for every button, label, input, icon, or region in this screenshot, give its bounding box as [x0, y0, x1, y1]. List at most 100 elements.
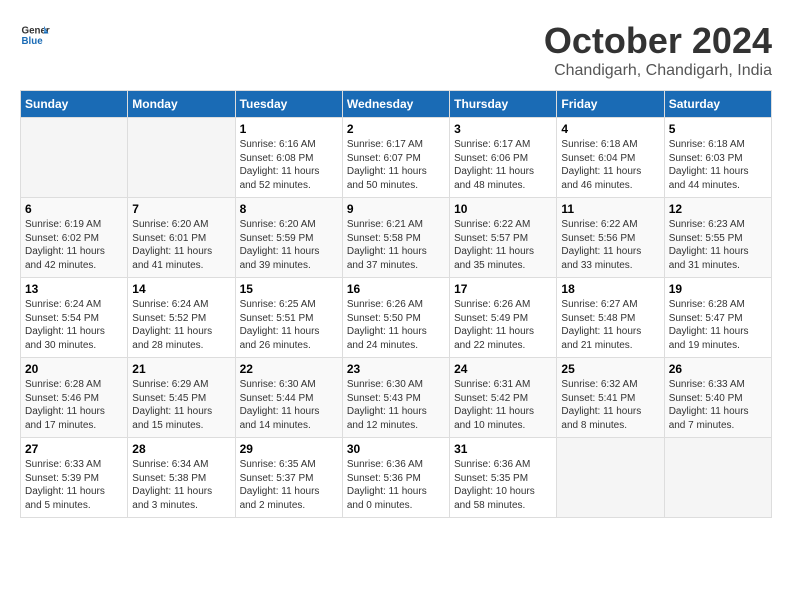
calendar-cell: 20 Sunrise: 6:28 AM Sunset: 5:46 PM Dayli…: [21, 358, 128, 438]
calendar-cell: 8 Sunrise: 6:20 AM Sunset: 5:59 PM Daylig…: [235, 198, 342, 278]
calendar-cell: 29 Sunrise: 6:35 AM Sunset: 5:37 PM Dayli…: [235, 438, 342, 518]
day-number: 11: [561, 202, 659, 216]
weekday-header-thursday: Thursday: [450, 91, 557, 118]
calendar-cell: 11 Sunrise: 6:22 AM Sunset: 5:56 PM Dayli…: [557, 198, 664, 278]
day-number: 16: [347, 282, 445, 296]
day-info: Sunrise: 6:23 AM Sunset: 5:55 PM Dayligh…: [669, 218, 767, 272]
weekday-header-saturday: Saturday: [664, 91, 771, 118]
calendar-cell: 22 Sunrise: 6:30 AM Sunset: 5:44 PM Dayli…: [235, 358, 342, 438]
weekday-header-tuesday: Tuesday: [235, 91, 342, 118]
day-info: Sunrise: 6:35 AM Sunset: 5:37 PM Dayligh…: [240, 458, 338, 512]
weekday-header-monday: Monday: [128, 91, 235, 118]
day-number: 30: [347, 442, 445, 456]
day-info: Sunrise: 6:28 AM Sunset: 5:46 PM Dayligh…: [25, 378, 123, 432]
subtitle: Chandigarh, Chandigarh, India: [544, 62, 772, 80]
calendar-cell: 28 Sunrise: 6:34 AM Sunset: 5:38 PM Dayli…: [128, 438, 235, 518]
calendar-cell: 10 Sunrise: 6:22 AM Sunset: 5:57 PM Dayli…: [450, 198, 557, 278]
day-info: Sunrise: 6:22 AM Sunset: 5:56 PM Dayligh…: [561, 218, 659, 272]
calendar-cell: 19 Sunrise: 6:28 AM Sunset: 5:47 PM Dayli…: [664, 278, 771, 358]
day-info: Sunrise: 6:25 AM Sunset: 5:51 PM Dayligh…: [240, 298, 338, 352]
header: General Blue October 2024 Chandigarh, Ch…: [20, 20, 772, 80]
svg-text:Blue: Blue: [22, 36, 44, 47]
calendar-cell: 2 Sunrise: 6:17 AM Sunset: 6:07 PM Daylig…: [342, 118, 449, 198]
calendar-cell: 7 Sunrise: 6:20 AM Sunset: 6:01 PM Daylig…: [128, 198, 235, 278]
calendar-cell: 26 Sunrise: 6:33 AM Sunset: 5:40 PM Dayli…: [664, 358, 771, 438]
day-info: Sunrise: 6:19 AM Sunset: 6:02 PM Dayligh…: [25, 218, 123, 272]
weekday-header-wednesday: Wednesday: [342, 91, 449, 118]
calendar-cell: 17 Sunrise: 6:26 AM Sunset: 5:49 PM Dayli…: [450, 278, 557, 358]
day-info: Sunrise: 6:24 AM Sunset: 5:54 PM Dayligh…: [25, 298, 123, 352]
day-info: Sunrise: 6:28 AM Sunset: 5:47 PM Dayligh…: [669, 298, 767, 352]
day-info: Sunrise: 6:21 AM Sunset: 5:58 PM Dayligh…: [347, 218, 445, 272]
calendar-cell: [128, 118, 235, 198]
calendar-cell: 13 Sunrise: 6:24 AM Sunset: 5:54 PM Dayli…: [21, 278, 128, 358]
day-number: 19: [669, 282, 767, 296]
calendar-cell: 16 Sunrise: 6:26 AM Sunset: 5:50 PM Dayli…: [342, 278, 449, 358]
day-number: 13: [25, 282, 123, 296]
calendar-cell: [557, 438, 664, 518]
day-info: Sunrise: 6:33 AM Sunset: 5:39 PM Dayligh…: [25, 458, 123, 512]
calendar-cell: 15 Sunrise: 6:25 AM Sunset: 5:51 PM Dayli…: [235, 278, 342, 358]
day-number: 7: [132, 202, 230, 216]
calendar-cell: [21, 118, 128, 198]
day-number: 12: [669, 202, 767, 216]
day-number: 25: [561, 362, 659, 376]
day-number: 26: [669, 362, 767, 376]
day-info: Sunrise: 6:29 AM Sunset: 5:45 PM Dayligh…: [132, 378, 230, 432]
day-number: 23: [347, 362, 445, 376]
day-info: Sunrise: 6:26 AM Sunset: 5:50 PM Dayligh…: [347, 298, 445, 352]
day-info: Sunrise: 6:20 AM Sunset: 5:59 PM Dayligh…: [240, 218, 338, 272]
calendar-cell: 27 Sunrise: 6:33 AM Sunset: 5:39 PM Dayli…: [21, 438, 128, 518]
day-info: Sunrise: 6:18 AM Sunset: 6:03 PM Dayligh…: [669, 138, 767, 192]
calendar-table: SundayMondayTuesdayWednesdayThursdayFrid…: [20, 90, 772, 518]
day-number: 14: [132, 282, 230, 296]
day-number: 5: [669, 122, 767, 136]
calendar-cell: 23 Sunrise: 6:30 AM Sunset: 5:43 PM Dayli…: [342, 358, 449, 438]
calendar-cell: 14Sunrise: 6:24 AM Sunset: 5:52 PM Dayli…: [128, 278, 235, 358]
calendar-cell: 5 Sunrise: 6:18 AM Sunset: 6:03 PM Daylig…: [664, 118, 771, 198]
day-info: Sunrise: 6:36 AM Sunset: 5:36 PM Dayligh…: [347, 458, 445, 512]
calendar-cell: 1 Sunrise: 6:16 AM Sunset: 6:08 PM Daylig…: [235, 118, 342, 198]
day-info: Sunrise: 6:31 AM Sunset: 5:42 PM Dayligh…: [454, 378, 552, 432]
day-info: Sunrise: 6:16 AM Sunset: 6:08 PM Dayligh…: [240, 138, 338, 192]
day-info: Sunrise: 6:32 AM Sunset: 5:41 PM Dayligh…: [561, 378, 659, 432]
day-info: Sunrise: 6:34 AM Sunset: 5:38 PM Dayligh…: [132, 458, 230, 512]
day-number: 22: [240, 362, 338, 376]
day-info: Sunrise: 6:26 AM Sunset: 5:49 PM Dayligh…: [454, 298, 552, 352]
day-info: Sunrise: 6:22 AM Sunset: 5:57 PM Dayligh…: [454, 218, 552, 272]
day-number: 1: [240, 122, 338, 136]
day-number: 21: [132, 362, 230, 376]
month-title: October 2024: [544, 20, 772, 62]
calendar-cell: 12 Sunrise: 6:23 AM Sunset: 5:55 PM Dayli…: [664, 198, 771, 278]
day-number: 27: [25, 442, 123, 456]
day-number: 28: [132, 442, 230, 456]
day-info: Sunrise: 6:33 AM Sunset: 5:40 PM Dayligh…: [669, 378, 767, 432]
day-info: Sunrise: 6:27 AM Sunset: 5:48 PM Dayligh…: [561, 298, 659, 352]
day-info: Sunrise: 6:30 AM Sunset: 5:44 PM Dayligh…: [240, 378, 338, 432]
day-number: 6: [25, 202, 123, 216]
day-number: 4: [561, 122, 659, 136]
day-number: 8: [240, 202, 338, 216]
calendar-cell: 9 Sunrise: 6:21 AM Sunset: 5:58 PM Daylig…: [342, 198, 449, 278]
day-info: Sunrise: 6:17 AM Sunset: 6:06 PM Dayligh…: [454, 138, 552, 192]
day-info: Sunrise: 6:17 AM Sunset: 6:07 PM Dayligh…: [347, 138, 445, 192]
day-number: 15: [240, 282, 338, 296]
day-number: 9: [347, 202, 445, 216]
title-area: October 2024 Chandigarh, Chandigarh, Ind…: [544, 20, 772, 80]
weekday-header-friday: Friday: [557, 91, 664, 118]
day-number: 10: [454, 202, 552, 216]
weekday-header-sunday: Sunday: [21, 91, 128, 118]
calendar-cell: 4 Sunrise: 6:18 AM Sunset: 6:04 PM Daylig…: [557, 118, 664, 198]
day-info: Sunrise: 6:18 AM Sunset: 6:04 PM Dayligh…: [561, 138, 659, 192]
calendar-cell: 25 Sunrise: 6:32 AM Sunset: 5:41 PM Dayli…: [557, 358, 664, 438]
day-number: 20: [25, 362, 123, 376]
day-info: Sunrise: 6:30 AM Sunset: 5:43 PM Dayligh…: [347, 378, 445, 432]
day-number: 29: [240, 442, 338, 456]
day-number: 2: [347, 122, 445, 136]
calendar-cell: [664, 438, 771, 518]
day-number: 17: [454, 282, 552, 296]
calendar-cell: 18Sunrise: 6:27 AM Sunset: 5:48 PM Dayli…: [557, 278, 664, 358]
day-number: 3: [454, 122, 552, 136]
day-info: Sunrise: 6:20 AM Sunset: 6:01 PM Dayligh…: [132, 218, 230, 272]
day-info: Sunrise: 6:36 AM Sunset: 5:35 PM Dayligh…: [454, 458, 552, 512]
